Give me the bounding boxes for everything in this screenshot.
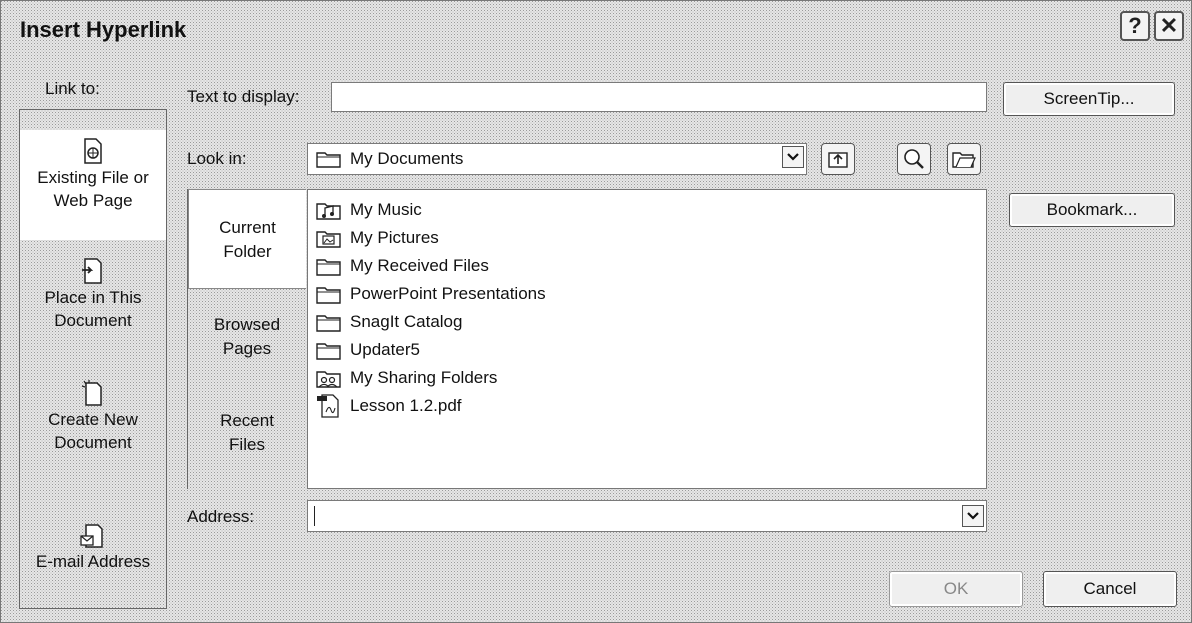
link-existing-file-or-web-page[interactable]: Existing File or Web Page <box>20 130 166 240</box>
pictures-folder-icon <box>316 231 341 248</box>
music-folder-icon <box>316 203 341 220</box>
web-search-icon <box>904 149 924 169</box>
link-create-line2: Document <box>54 433 132 452</box>
link-place-line1: Place in This <box>44 288 142 307</box>
list-item[interactable]: My Received Files <box>316 252 489 280</box>
existing-file-icon <box>84 138 102 164</box>
folder-nav: Current Folder Browsed Pages Recent File… <box>187 189 308 489</box>
up-folder-icon <box>828 152 848 168</box>
address-label: Address: <box>187 507 255 526</box>
folder-icon <box>316 259 341 276</box>
address-input[interactable] <box>307 500 987 532</box>
chevron-down-icon[interactable] <box>962 505 984 527</box>
ok-label: OK <box>943 579 969 598</box>
link-to-bar: Existing File or Web Page Place in This … <box>19 109 167 609</box>
ok-button[interactable]: OK <box>889 571 1023 607</box>
screentip-button[interactable]: ScreenTip... <box>1003 82 1175 116</box>
link-existing-line2: Web Page <box>53 191 133 210</box>
link-create-new-document[interactable]: Create New Document <box>20 380 166 480</box>
tab-current-line2: Folder <box>223 242 272 261</box>
list-item[interactable]: My Music <box>316 196 422 224</box>
close-icon: ✕ <box>1159 13 1179 38</box>
close-button[interactable]: ✕ <box>1154 11 1184 41</box>
list-item[interactable]: My Sharing Folders <box>316 364 497 392</box>
tab-browsed-pages[interactable]: Browsed Pages <box>188 313 306 369</box>
file-name: Lesson 1.2.pdf <box>350 396 462 415</box>
tab-recent-line2: Files <box>229 435 265 454</box>
tab-browsed-line1: Browsed <box>213 315 281 334</box>
link-email-address[interactable]: E-mail Address <box>20 524 166 594</box>
file-name: Updater5 <box>350 340 420 359</box>
list-item[interactable]: PowerPoint Presentations <box>316 280 546 308</box>
text-to-display-label: Text to display: <box>187 87 300 106</box>
tab-current-folder[interactable]: Current Folder <box>188 189 306 289</box>
help-button[interactable]: ? <box>1120 11 1150 41</box>
link-to-label: Link to: <box>45 79 100 98</box>
browse-web-button[interactable] <box>897 143 931 175</box>
file-name: My Pictures <box>350 228 439 247</box>
open-folder-icon <box>952 152 976 168</box>
bookmark-label: Bookmark... <box>1046 200 1138 219</box>
folder-icon <box>316 315 341 332</box>
place-in-document-icon <box>82 258 102 284</box>
tab-recent-files[interactable]: Recent Files <box>188 409 306 465</box>
folder-icon <box>316 152 341 168</box>
list-item[interactable]: My Pictures <box>316 224 439 252</box>
bookmark-button[interactable]: Bookmark... <box>1009 193 1175 227</box>
file-name: PowerPoint Presentations <box>350 284 546 303</box>
link-place-line2: Document <box>54 311 132 330</box>
tab-browsed-line2: Pages <box>222 339 272 358</box>
email-address-icon <box>80 524 103 548</box>
list-item[interactable]: Lesson 1.2.pdf <box>316 392 462 420</box>
file-name: My Sharing Folders <box>350 368 498 387</box>
file-name: My Music <box>350 200 422 219</box>
sharing-folder-icon <box>316 371 341 388</box>
create-new-document-icon <box>81 380 102 406</box>
look-in-label: Look in: <box>187 149 247 168</box>
tab-recent-line1: Recent <box>220 411 274 430</box>
cancel-button[interactable]: Cancel <box>1043 571 1177 607</box>
file-name: My Received Files <box>350 256 489 275</box>
link-existing-line1: Existing File or <box>37 168 149 187</box>
file-name: SnagIt Catalog <box>350 312 463 331</box>
dialog-title: Insert Hyperlink <box>20 17 187 42</box>
list-item[interactable]: SnagIt Catalog <box>316 308 462 336</box>
cancel-label: Cancel <box>1083 579 1137 598</box>
chevron-down-icon[interactable] <box>782 146 804 168</box>
link-place-in-this-document[interactable]: Place in This Document <box>20 258 166 358</box>
browse-file-button[interactable] <box>947 143 981 175</box>
look-in-value: My Documents <box>350 149 464 168</box>
screentip-label: ScreenTip... <box>1043 89 1135 108</box>
help-icon: ? <box>1128 13 1142 38</box>
up-one-folder-button[interactable] <box>821 143 855 175</box>
link-email-line1: E-mail Address <box>35 552 151 571</box>
link-create-line1: Create New <box>48 410 138 429</box>
file-list[interactable]: My Music My Pictures My Received Files P… <box>307 189 987 489</box>
look-in-dropdown[interactable]: My Documents <box>307 143 807 175</box>
pdf-file-icon <box>317 394 339 418</box>
folder-icon <box>316 287 341 304</box>
text-to-display-input[interactable] <box>331 82 987 112</box>
title-bar: Insert Hyperlink ? ✕ <box>4 1 1188 53</box>
list-item[interactable]: Updater5 <box>316 336 420 364</box>
folder-icon <box>316 343 341 360</box>
tab-current-line1: Current <box>219 218 276 237</box>
text-cursor <box>314 506 315 526</box>
insert-hyperlink-dialog: Insert Hyperlink ? ✕ Link to: Existing F… <box>0 0 1192 623</box>
